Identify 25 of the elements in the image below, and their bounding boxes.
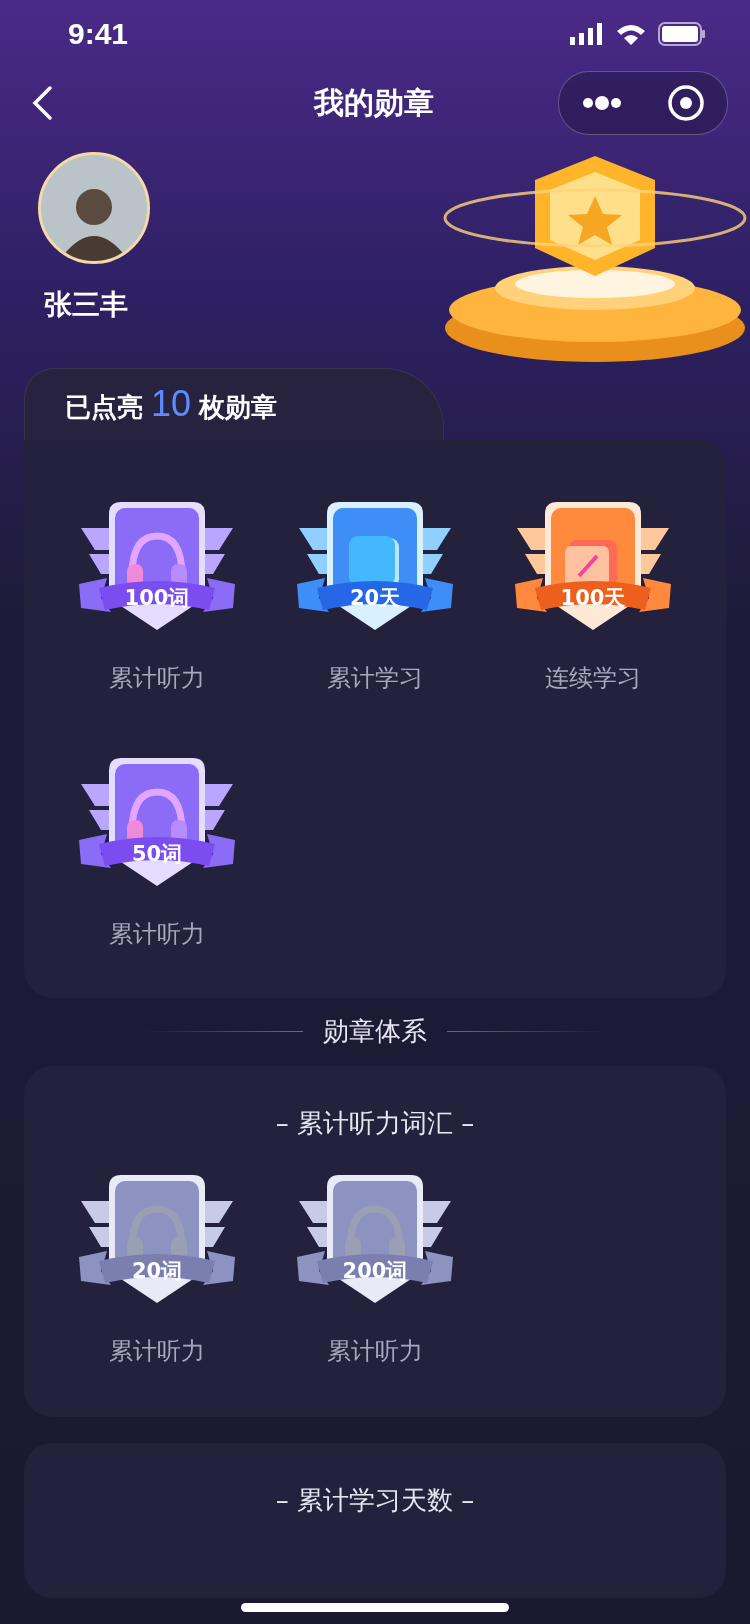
section-title: – 累计学习天数 – bbox=[274, 1484, 476, 1517]
wifi-icon bbox=[616, 23, 646, 46]
section-title: – 累计听力词汇 – bbox=[274, 1107, 476, 1140]
page-title: 我的勋章 bbox=[314, 83, 434, 122]
badge-label: 累计听力 bbox=[109, 1336, 205, 1367]
section-heading: 勋章体系 bbox=[323, 1015, 427, 1049]
badge-value: 200词 bbox=[341, 1258, 409, 1285]
more-button[interactable] bbox=[581, 96, 622, 110]
earned-count-text: 已点亮 10 枚勋章 bbox=[65, 383, 278, 426]
battery-icon bbox=[658, 22, 706, 47]
badge-value: 100词 bbox=[123, 584, 191, 612]
user-name: 张三丰 bbox=[43, 286, 128, 323]
badge-value: 20天 bbox=[348, 584, 402, 612]
badge-label: 累计学习 bbox=[327, 662, 423, 694]
badge-value: 50词 bbox=[130, 840, 184, 868]
badge-label: 累计听力 bbox=[109, 918, 205, 950]
signal-icon bbox=[570, 23, 604, 46]
status-time: 9:41 bbox=[68, 17, 129, 52]
badge-label: 连续学习 bbox=[545, 662, 641, 694]
badge-value: 20词 bbox=[130, 1258, 184, 1285]
badge-label: 累计听力 bbox=[109, 662, 205, 694]
badge-label: 累计听力 bbox=[327, 1336, 423, 1367]
badge-value: 100天 bbox=[559, 584, 627, 612]
close-button[interactable] bbox=[666, 84, 705, 122]
back-button[interactable] bbox=[30, 85, 54, 121]
